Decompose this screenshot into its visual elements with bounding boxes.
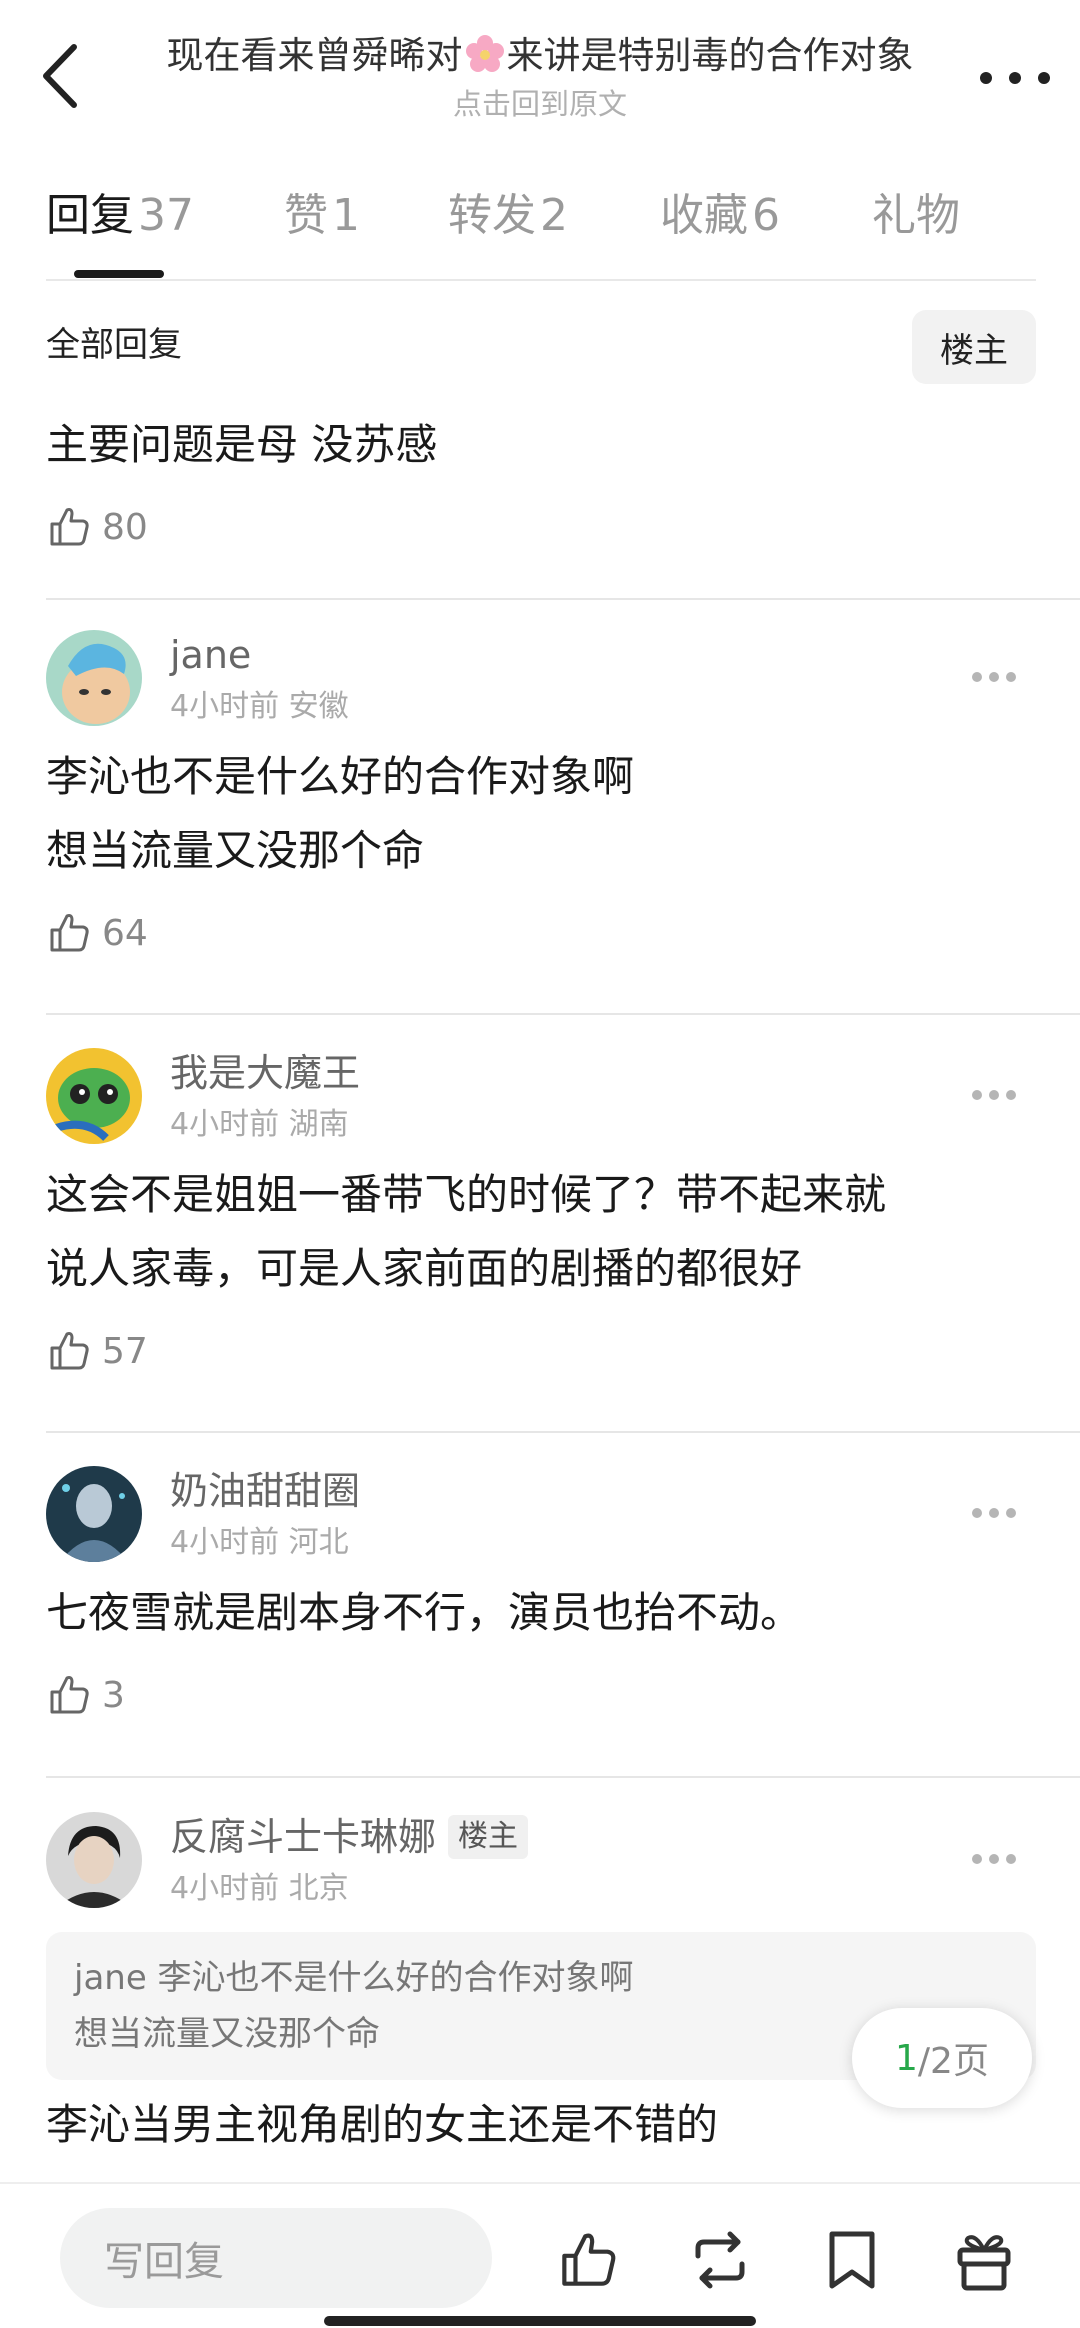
gift-button[interactable] [948, 2224, 1020, 2296]
more-dot-icon [989, 1508, 999, 1518]
like-button[interactable]: 64 [46, 910, 1036, 956]
more-dot-icon [1006, 672, 1016, 682]
op-badge: 楼主 [448, 1815, 529, 1859]
post-title: 现在看来曾舜晞对 来讲是特别毒的合作对象 [166, 34, 914, 77]
comment-text: 李沁也不是什么好的合作对象啊 想当流量又没那个命 [46, 752, 635, 875]
thumbs-up-icon [562, 2233, 616, 2286]
comment-more-button[interactable] [972, 670, 1016, 684]
more-dot-icon [972, 1508, 982, 1518]
more-dot-icon [1009, 72, 1021, 84]
comment-divider [46, 1776, 1080, 1778]
cherry-blossom-icon [465, 35, 504, 72]
more-dot-icon [1006, 1854, 1016, 1864]
post-title-link[interactable]: 现在看来曾舜晞对 来讲是特别毒的合作对象 点击回到原文 [130, 30, 950, 126]
tab-favorites[interactable]: 收藏6 [660, 188, 780, 244]
favorite-button[interactable] [816, 2224, 888, 2296]
more-dot-icon [1006, 1508, 1016, 1518]
like-button[interactable]: 80 [46, 504, 1036, 550]
like-post-button[interactable] [552, 2224, 624, 2296]
comment-time-location: 4小时前 河北 [170, 1525, 349, 1560]
avatar-image-icon [46, 1812, 142, 1908]
tab-likes[interactable]: 赞1 [284, 188, 360, 244]
more-dot-icon [1038, 72, 1050, 84]
comment-more-button[interactable] [972, 1088, 1016, 1102]
top-bar: 现在看来曾舜晞对 来讲是特别毒的合作对象 点击回到原文 [0, 0, 1080, 150]
bookmark-icon [829, 2231, 875, 2289]
op-only-filter-button[interactable]: 楼主 [912, 310, 1036, 384]
like-count: 3 [102, 1674, 125, 1716]
thumbs-up-icon [50, 508, 89, 546]
comment-time-location: 4小时前 安徽 [170, 689, 349, 724]
gift-icon [957, 2235, 1011, 2291]
comment-text: 这会不是姐姐一番带飞的时候了？带不起来就 说人家毒，可是人家前面的剧播的都很好 [46, 1170, 887, 1293]
comment-divider [46, 1013, 1080, 1015]
reply-input[interactable]: 写回复 [60, 2208, 492, 2308]
comment-more-button[interactable] [972, 1852, 1016, 1866]
comment-text: 主要问题是母 没苏感 [46, 420, 438, 469]
repost-button[interactable] [684, 2224, 756, 2296]
home-indicator [324, 2316, 756, 2326]
thumbs-up-icon [50, 914, 89, 952]
comment-time-location: 4小时前 湖南 [170, 1107, 349, 1142]
more-dot-icon [980, 72, 992, 84]
username[interactable]: jane [170, 630, 349, 680]
thumbs-up-icon [50, 1676, 89, 1714]
avatar-image-icon [46, 630, 142, 726]
more-dot-icon [972, 672, 982, 682]
avatar[interactable] [46, 630, 142, 726]
page-indicator[interactable]: 1/2页 [852, 2008, 1032, 2108]
username[interactable]: 反腐斗士卡琳娜 [170, 1812, 436, 1862]
comment-time-location: 4小时前 北京 [170, 1871, 349, 1906]
root-comment: 主要问题是母 没苏感 80 [46, 408, 1036, 550]
comment-divider [46, 1431, 1080, 1433]
more-dot-icon [989, 1090, 999, 1100]
back-to-post-hint: 点击回到原文 [452, 87, 627, 121]
username-row: 反腐斗士卡琳娜 楼主 [170, 1812, 529, 1862]
username[interactable]: 我是大魔王 [170, 1048, 360, 1098]
replies-filter-bar: 全部回复 楼主 [46, 310, 1036, 384]
comment-divider [46, 598, 1080, 600]
tabs-divider [46, 279, 1036, 281]
tab-bar: 回复37 赞1 转发2 收藏6 礼物 [46, 178, 1036, 278]
avatar[interactable] [46, 1812, 142, 1908]
more-dot-icon [972, 1090, 982, 1100]
more-dot-icon [989, 1854, 999, 1864]
back-arrow-icon [43, 44, 77, 108]
avatar-image-icon [46, 1466, 142, 1562]
avatar[interactable] [46, 1466, 142, 1562]
more-dot-icon [989, 672, 999, 682]
tab-reposts[interactable]: 转发2 [448, 188, 568, 244]
tab-gifts[interactable]: 礼物 [872, 188, 960, 244]
more-options-button[interactable] [980, 58, 1050, 98]
like-button[interactable]: 3 [46, 1672, 1036, 1718]
username[interactable]: 奶油甜甜圈 [170, 1466, 360, 1516]
bottom-action-bar: 写回复 [0, 2182, 1080, 2328]
like-count: 80 [102, 506, 148, 548]
tab-replies[interactable]: 回复37 [46, 188, 194, 244]
avatar[interactable] [46, 1048, 142, 1144]
like-count: 64 [102, 912, 148, 954]
more-dot-icon [972, 1854, 982, 1864]
like-count: 57 [102, 1330, 148, 1372]
active-tab-indicator [74, 270, 164, 278]
repost-icon [695, 2231, 745, 2289]
thumbs-up-icon [50, 1332, 89, 1370]
avatar-image-icon [46, 1048, 142, 1144]
like-button[interactable]: 57 [46, 1328, 1036, 1374]
all-replies-label: 全部回复 [46, 325, 182, 365]
comment-text: 七夜雪就是剧本身不行，演员也抬不动。 [46, 1588, 803, 1637]
comment-more-button[interactable] [972, 1506, 1016, 1520]
back-button[interactable] [30, 36, 90, 116]
more-dot-icon [1006, 1090, 1016, 1100]
